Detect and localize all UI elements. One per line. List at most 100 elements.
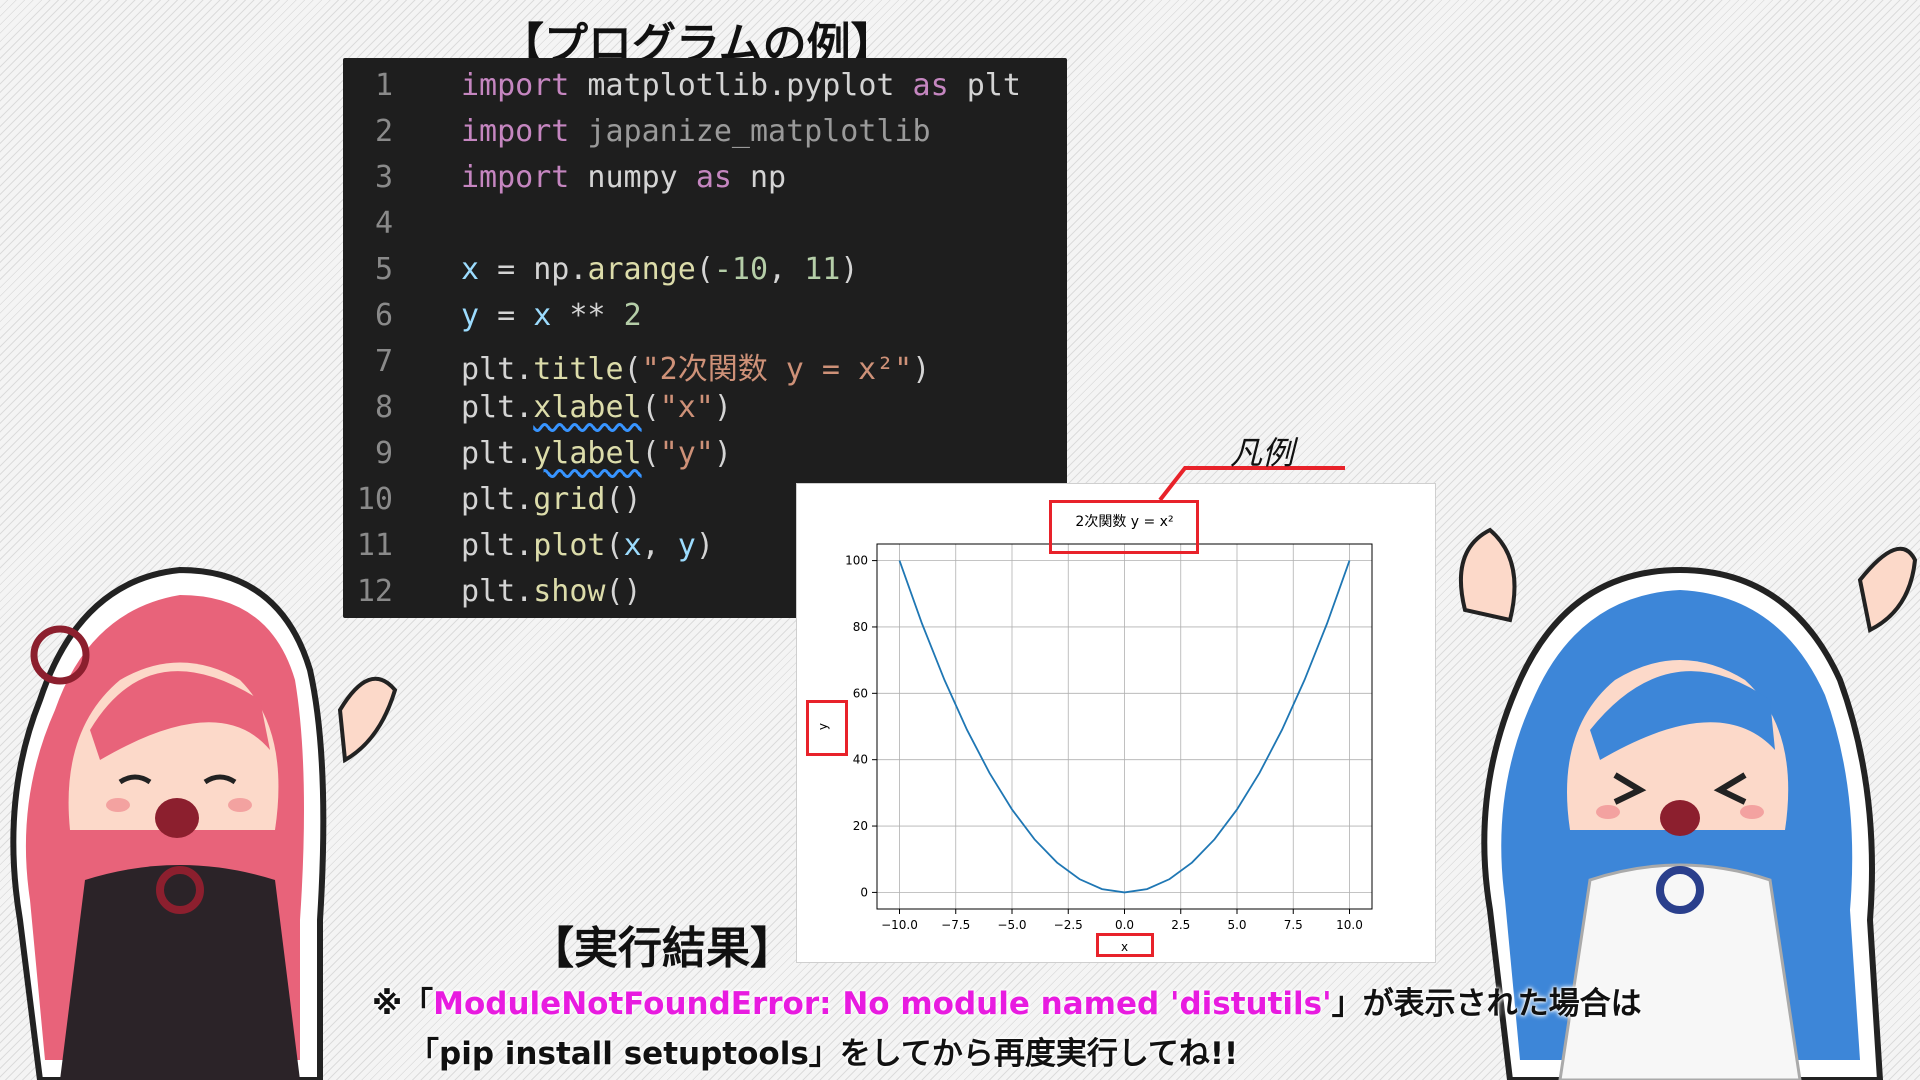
code-token: = np. (479, 252, 588, 287)
code-token: show (533, 574, 606, 609)
error-message: ModuleNotFoundError: No module named 'di… (433, 986, 1332, 1022)
code-token: japanize_matplotlib (569, 114, 931, 149)
code-token: as (695, 160, 732, 195)
code-token: ) (840, 252, 859, 287)
x-tick-label: −10.0 (881, 918, 918, 932)
code-token: plt. (461, 482, 534, 517)
code-text: plt.title("2次関数 y = x²") (461, 344, 930, 388)
line-number: 9 (374, 436, 393, 471)
code-text: import matplotlib.pyplot as plt (461, 68, 1021, 103)
y-tick-label: 40 (853, 753, 868, 767)
code-text: plt.plot(x, y) (461, 528, 714, 563)
note-prefix: ※「 (372, 986, 434, 1022)
line-number: 8 (374, 390, 393, 425)
code-token: x (623, 528, 642, 563)
code-token: plt. (461, 352, 534, 387)
code-text: import numpy as np (461, 160, 786, 195)
left-character-illustration (10, 566, 398, 1080)
code-token: plt. (461, 574, 534, 609)
code-token: xlabel (533, 390, 642, 425)
line-number: 4 (374, 206, 393, 241)
x-tick-label: 5.0 (1227, 918, 1246, 932)
x-tick-label: 7.5 (1284, 918, 1303, 932)
code-token: ( (641, 390, 660, 425)
code-token: ylabel (533, 436, 642, 471)
code-text: plt.xlabel("x") (461, 390, 732, 425)
code-token: 2 (623, 298, 642, 333)
code-token: ) (713, 390, 732, 425)
code-line: 4 (343, 206, 1067, 252)
y-tick-label: 20 (853, 819, 868, 833)
code-text: plt.grid() (461, 482, 642, 517)
code-token: plt. (461, 390, 534, 425)
code-token: ) (713, 436, 732, 471)
x-tick-label: 2.5 (1171, 918, 1190, 932)
code-token: x (461, 252, 480, 287)
code-token: plt. (461, 528, 534, 563)
title-highlight-box (1049, 500, 1199, 554)
line-number: 2 (374, 114, 393, 149)
code-token: -10 (713, 252, 769, 287)
code-token: "y" (659, 436, 714, 471)
code-token: "x" (659, 390, 714, 425)
error-note-line-1: ※「ModuleNotFoundError: No module named '… (372, 978, 1642, 1023)
ylabel-highlight-box (806, 700, 848, 756)
xlabel-highlight-box (1096, 933, 1154, 957)
code-line: 3 import numpy as np (343, 160, 1067, 206)
code-token: = (479, 298, 534, 333)
y-tick-label: 100 (845, 554, 868, 568)
code-token: , (641, 528, 678, 563)
code-token: plt. (461, 436, 534, 471)
code-token: ) (695, 528, 714, 563)
code-token: 11 (804, 252, 841, 287)
code-token: () (605, 482, 642, 517)
x-tick-label: −2.5 (1054, 918, 1083, 932)
code-token: () (605, 574, 642, 609)
result-heading: 【実行結果】 (530, 923, 794, 974)
code-text: y = x ** 2 (461, 298, 642, 333)
line-number: 6 (374, 298, 393, 333)
code-token: grid (533, 482, 606, 517)
code-token: as (912, 68, 949, 103)
code-token: numpy (569, 160, 696, 195)
line-number: 1 (374, 68, 393, 103)
code-token: x (533, 298, 552, 333)
code-token: plt (948, 68, 1021, 103)
code-token: plot (533, 528, 606, 563)
x-tick-label: 10.0 (1336, 918, 1363, 932)
code-line: 9 plt.ylabel("y") (343, 436, 1067, 482)
x-tick-label: 0.0 (1115, 918, 1134, 932)
code-line: 7 plt.title("2次関数 y = x²") (343, 344, 1067, 390)
code-token: import (461, 68, 570, 103)
code-line: 8 plt.xlabel("x") (343, 390, 1067, 436)
code-line: 2 import japanize_matplotlib (343, 114, 1067, 160)
code-text: plt.show() (461, 574, 642, 609)
line-chart: −10.0 −7.5 −5.0 −2.5 0.0 2.5 5.0 7.5 10.0 0 20 40 60… (816, 514, 1373, 954)
code-token: ( (695, 252, 714, 287)
y-tick-label: 60 (853, 686, 868, 700)
legend-callout-label: 凡例 (1230, 434, 1295, 472)
code-token: "2次関数 y = x²" (641, 352, 913, 387)
line-number: 3 (374, 160, 393, 195)
code-text: x = np.arange(-10, 11) (461, 252, 858, 287)
y-tick-label: 0 (860, 885, 868, 899)
code-token: ( (641, 436, 660, 471)
code-line: 1 import matplotlib.pyplot as plt (343, 68, 1067, 114)
x-tick-label: −5.0 (997, 918, 1026, 932)
error-note-line-2: 「pip install setuptools」をしてから再度実行してね!! (408, 1036, 1239, 1072)
code-text: import japanize_matplotlib (461, 114, 931, 149)
code-line: 5 x = np.arange(-10, 11) (343, 252, 1067, 298)
code-token: np (731, 160, 787, 195)
plot-output-image: −10.0 −7.5 −5.0 −2.5 0.0 2.5 5.0 7.5 10.0 0 20 40 60… (796, 483, 1436, 963)
code-token: import (461, 160, 570, 195)
code-token: y (677, 528, 696, 563)
code-token: title (533, 352, 624, 387)
code-token: ** (551, 298, 624, 333)
note-suffix: 」が表示された場合は (1331, 986, 1642, 1022)
code-token: ) (912, 352, 931, 387)
x-tick-label: −7.5 (941, 918, 970, 932)
y-tick-label: 80 (853, 620, 868, 634)
code-token: import (461, 114, 570, 149)
code-token: , (768, 252, 805, 287)
code-line: 6 y = x ** 2 (343, 298, 1067, 344)
